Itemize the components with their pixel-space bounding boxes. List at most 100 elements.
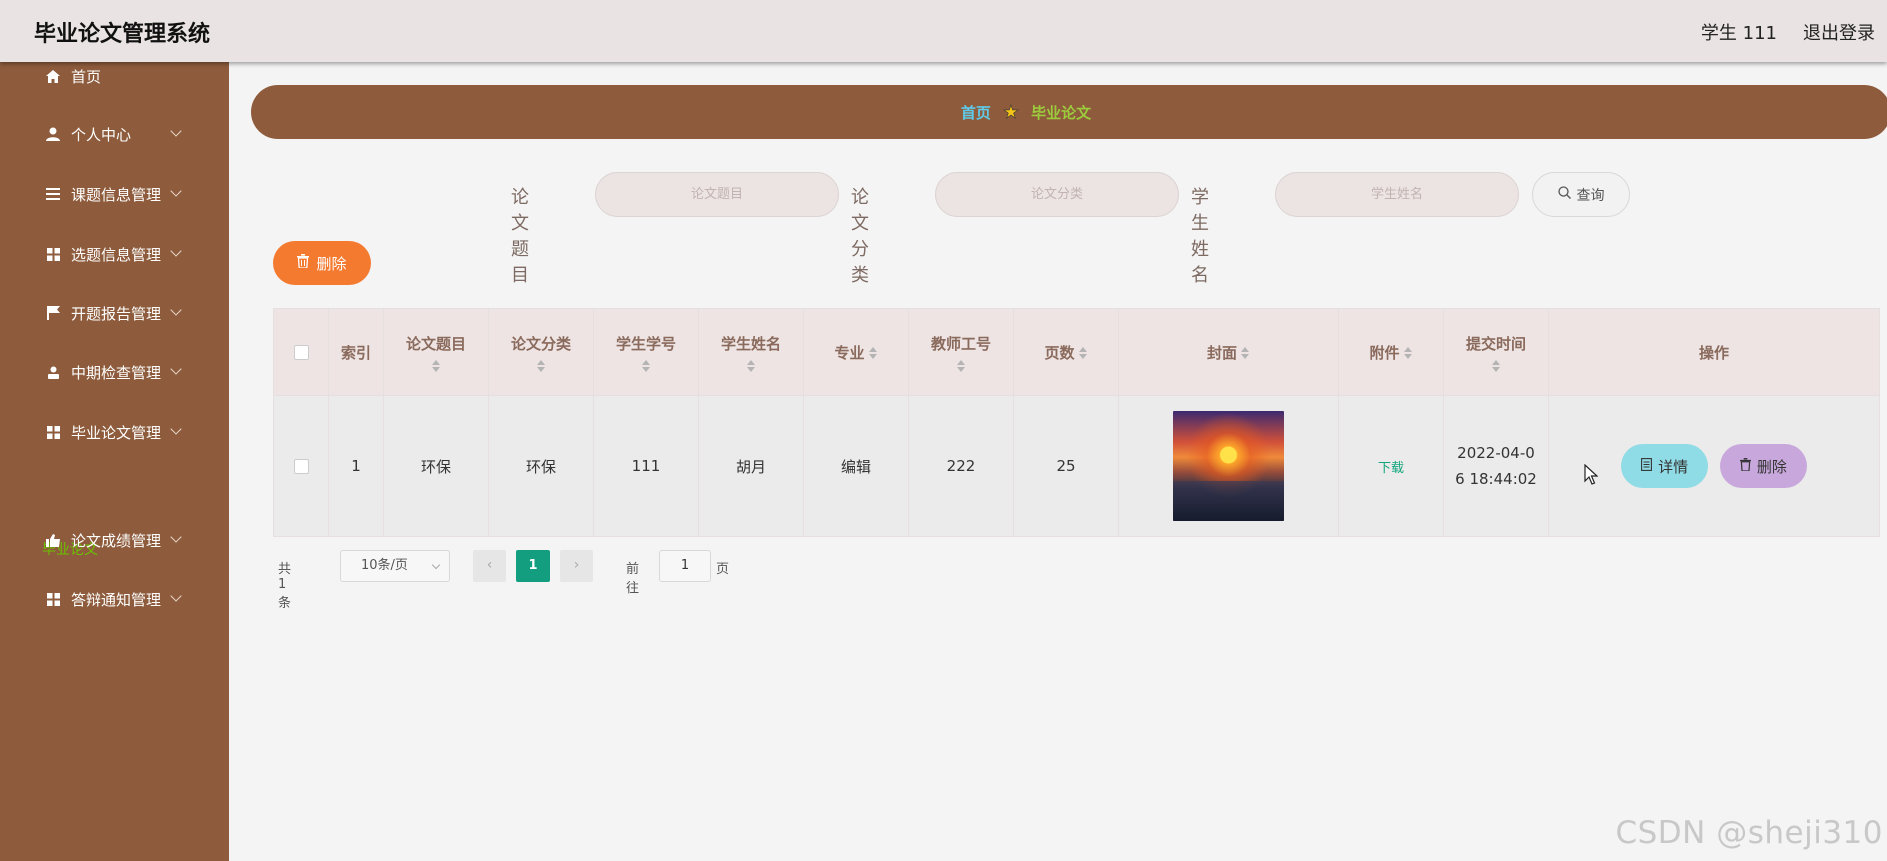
sidebar-item-thesis-grades[interactable]: 论文成绩管理 (0, 520, 229, 560)
sort-icon[interactable] (536, 359, 546, 372)
next-page-button[interactable]: › (560, 550, 593, 582)
cell-cover (1118, 395, 1339, 537)
cell-major: 编辑 (803, 395, 909, 537)
row-delete-button[interactable]: 删除 (1719, 444, 1807, 488)
column-header-pages[interactable]: 页数 (1013, 308, 1119, 396)
sidebar-item-home[interactable]: 首页 (0, 62, 229, 90)
sidebar-item-topic-selection[interactable]: 选题信息管理 (0, 234, 229, 274)
search-input-student-name[interactable]: 学生姓名 (1275, 172, 1519, 217)
detail-button[interactable]: 详情 (1621, 444, 1709, 488)
list-icon (45, 186, 61, 202)
column-header-index: 索引 (328, 308, 384, 396)
sidebar-item-label: 答辩通知管理 (71, 590, 162, 609)
sort-icon[interactable] (1078, 347, 1088, 359)
sidebar-item-personal-center[interactable]: 个人中心 (0, 114, 229, 154)
breadcrumb-current: 毕业论文 (1031, 103, 1092, 122)
document-icon (1641, 457, 1653, 475)
grid-icon (45, 424, 61, 440)
cell-pages: 25 (1013, 395, 1119, 537)
cell-student-no: 111 (593, 395, 699, 537)
column-header-student-name[interactable]: 学生姓名 (698, 308, 804, 396)
breadcrumb-home[interactable]: 首页 (961, 102, 991, 123)
chevron-down-icon (170, 125, 182, 137)
sort-icon[interactable] (1403, 347, 1413, 359)
cover-image[interactable] (1173, 411, 1284, 521)
column-header-actions: 操作 (1548, 308, 1880, 396)
chevron-down-icon (170, 590, 182, 602)
column-header-teacher-no[interactable]: 教师工号 (908, 308, 1014, 396)
cell-title: 环保 (383, 395, 489, 537)
sort-icon[interactable] (1491, 359, 1501, 372)
search-icon (1557, 186, 1571, 203)
column-header-cover[interactable]: 封面 (1118, 308, 1339, 396)
sort-icon[interactable] (746, 359, 756, 372)
sidebar-item-topic-info[interactable]: 课题信息管理 (0, 174, 229, 214)
header-user-area: 学生 111 退出登录 (1701, 19, 1875, 45)
page-suffix-label: 页 (716, 562, 730, 577)
chevron-down-icon (431, 560, 441, 570)
detail-button-label: 详情 (1658, 457, 1689, 476)
logout-link[interactable]: 退出登录 (1803, 19, 1875, 45)
sidebar-item-label: 首页 (71, 67, 102, 86)
page-number-1[interactable]: 1 (516, 550, 550, 582)
column-header-attachment[interactable]: 附件 (1338, 308, 1444, 396)
sidebar-item-label: 毕业论文管理 (71, 423, 162, 442)
column-header-major[interactable]: 专业 (803, 308, 909, 396)
sidebar-item-label: 论文成绩管理 (71, 531, 162, 550)
goto-page-input[interactable]: 1 (659, 550, 711, 582)
column-header-student-no[interactable]: 学生学号 (593, 308, 699, 396)
search-button[interactable]: 查询 (1532, 172, 1630, 217)
row-select-cell (273, 395, 329, 537)
cell-actions: 详情 删除 (1548, 395, 1880, 537)
row-checkbox[interactable] (293, 459, 309, 474)
search-input-category[interactable]: 论文分类 (935, 172, 1179, 217)
star-icon: ★ (1002, 101, 1020, 123)
search-label-student-name: 学生姓名 (1191, 187, 1209, 286)
goto-label: 前往 (626, 562, 640, 596)
column-header-category[interactable]: 论文分类 (488, 308, 594, 396)
sidebar-item-thesis-management[interactable]: 毕业论文管理 (0, 412, 229, 452)
select-all-cell (273, 308, 329, 396)
chevron-down-icon (170, 185, 182, 197)
sort-icon[interactable] (1241, 347, 1250, 359)
pagination-total: 共 1 条 (278, 562, 292, 611)
sort-icon[interactable] (868, 347, 878, 359)
chevron-down-icon (170, 304, 182, 316)
home-icon (45, 68, 61, 84)
cell-student-name: 胡月 (698, 395, 804, 537)
app-title: 毕业论文管理系统 (34, 22, 211, 47)
sidebar: 首页 个人中心 课题信息管理 选题信息管理 开题报告管理 中期检查管理 毕业论文… (0, 62, 229, 861)
sort-icon[interactable] (956, 359, 966, 372)
search-button-label: 查询 (1576, 187, 1605, 204)
bulk-delete-label: 删除 (316, 254, 347, 273)
bulk-delete-button[interactable]: 删除 (273, 241, 371, 285)
sidebar-item-proposal-report[interactable]: 开题报告管理 (0, 293, 229, 333)
sidebar-item-label: 中期检查管理 (71, 363, 162, 382)
cell-attachment: 下载 (1338, 395, 1444, 537)
sort-icon[interactable] (431, 359, 441, 372)
submit-time-line2: 6 18:44:02 (1455, 470, 1537, 488)
sidebar-item-label: 课题信息管理 (71, 185, 162, 204)
current-user-label[interactable]: 学生 111 (1701, 19, 1777, 45)
prev-page-button[interactable]: ‹ (473, 550, 506, 582)
search-input-title[interactable]: 论文题目 (595, 172, 839, 217)
grid-icon (45, 591, 61, 607)
select-all-checkbox[interactable] (293, 345, 309, 360)
column-header-title[interactable]: 论文题目 (383, 308, 489, 396)
sidebar-item-defense-notice[interactable]: 答辩通知管理 (0, 579, 229, 619)
mouse-cursor-icon (1584, 463, 1599, 490)
breadcrumb: 首页 ★ 毕业论文 (251, 85, 1887, 139)
user-icon (45, 126, 61, 142)
sidebar-item-label: 开题报告管理 (71, 304, 162, 323)
sort-icon[interactable] (641, 359, 651, 372)
thumb-icon (45, 532, 61, 548)
table-row: 1 环保 环保 111 胡月 编辑 222 25 下载 2022-04-0 6 … (273, 395, 1880, 537)
download-link[interactable]: 下载 (1378, 461, 1404, 476)
cell-teacher-no: 222 (908, 395, 1014, 537)
sidebar-item-midterm-check[interactable]: 中期检查管理 (0, 352, 229, 392)
page-size-select[interactable]: 10条/页 (340, 550, 450, 582)
top-header: 毕业论文管理系统 学生 111 退出登录 (0, 0, 1887, 62)
cell-submit-time: 2022-04-0 6 18:44:02 (1443, 395, 1549, 537)
column-header-submit-time[interactable]: 提交时间 (1443, 308, 1549, 396)
trash-icon (297, 254, 310, 272)
